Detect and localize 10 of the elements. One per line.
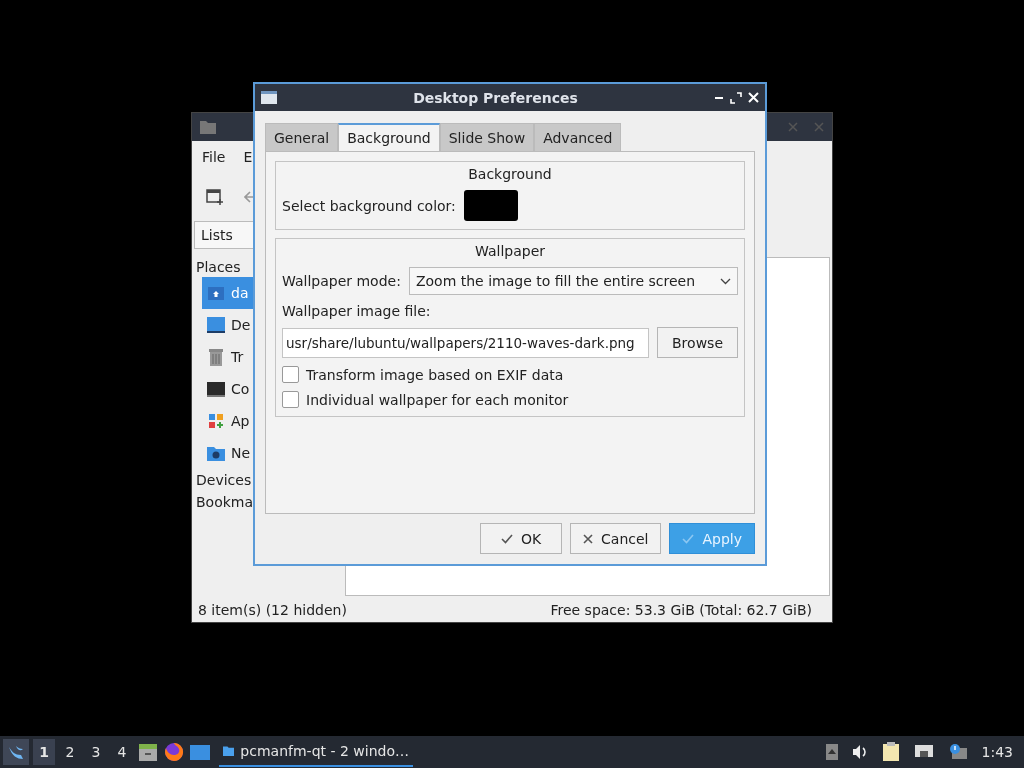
- group-title: Wallpaper: [474, 243, 546, 259]
- field-label: Wallpaper image file:: [282, 303, 432, 319]
- field-label: Wallpaper mode:: [282, 273, 401, 289]
- section-header: Places: [195, 258, 242, 277]
- free-space-text: Free space: 53.3 GiB (Total: 62.7 GiB): [550, 602, 812, 618]
- field-label: Select background color:: [282, 197, 456, 214]
- group-title: Background: [467, 166, 553, 182]
- clock: 1:43: [981, 744, 1013, 760]
- window-title: Desktop Preferences: [412, 89, 579, 106]
- status-text: 8 item(s) (12 hidden): [198, 602, 347, 618]
